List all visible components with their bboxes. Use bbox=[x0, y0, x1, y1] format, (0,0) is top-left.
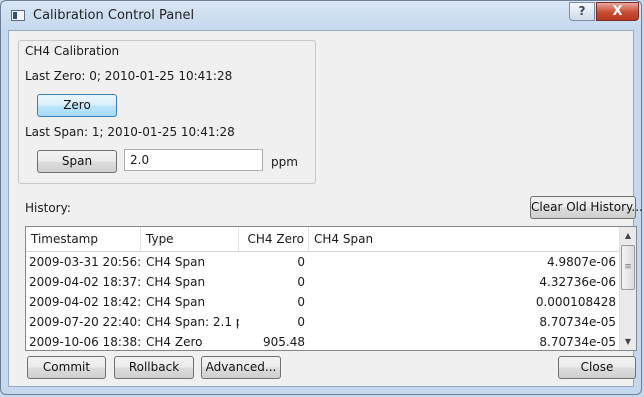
span-unit-label: ppm bbox=[271, 155, 298, 169]
cell-ch4-zero: 0 bbox=[297, 295, 305, 309]
span-value-input[interactable]: 2.0 bbox=[124, 149, 263, 171]
table-row[interactable]: 2009-04-02 18:37:45 CH4 Span 0 4.32736e-… bbox=[26, 272, 620, 292]
column-header-type[interactable]: Type bbox=[141, 227, 239, 251]
cell-ch4-zero: 0 bbox=[297, 255, 305, 269]
cell-type: CH4 Span bbox=[146, 275, 206, 289]
cell-ch4-span: 8.70734e-05 bbox=[539, 335, 616, 349]
history-label: History: bbox=[25, 201, 71, 215]
help-button[interactable]: ? bbox=[569, 2, 595, 21]
cell-type: CH4 Zero bbox=[146, 335, 203, 349]
cell-ch4-span: 0.000108428 bbox=[535, 295, 616, 309]
table-row[interactable]: 2009-03-31 20:56:31 CH4 Span 0 4.9807e-0… bbox=[26, 252, 620, 272]
scroll-down-arrow-icon[interactable]: ▼ bbox=[620, 333, 636, 350]
table-row[interactable]: 2009-04-02 18:42:19 CH4 Span 0 0.0001084… bbox=[26, 292, 620, 312]
cell-timestamp: 2009-10-06 18:38:43 bbox=[29, 335, 141, 349]
cell-timestamp: 2009-03-31 20:56:31 bbox=[29, 255, 141, 269]
close-window-button[interactable]: X bbox=[596, 2, 639, 21]
clear-old-history-button[interactable]: Clear Old History... bbox=[530, 196, 643, 219]
scroll-up-arrow-icon[interactable]: ▲ bbox=[620, 227, 636, 244]
scroll-thumb[interactable]: ≡ bbox=[621, 245, 635, 290]
cell-ch4-span: 4.32736e-06 bbox=[539, 275, 616, 289]
zero-button[interactable]: Zero bbox=[37, 94, 117, 117]
table-row[interactable]: 2009-10-06 18:38:43 CH4 Zero 905.48 8.70… bbox=[26, 332, 620, 350]
cell-type: CH4 Span bbox=[146, 295, 206, 309]
history-scrollbar[interactable]: ▲ ≡ ▼ bbox=[619, 227, 636, 350]
cell-ch4-span: 8.70734e-05 bbox=[539, 315, 616, 329]
last-zero-label: Last Zero: 0; 2010-01-25 10:41:28 bbox=[25, 69, 233, 83]
title-bar[interactable]: Calibration Control Panel ? X bbox=[1, 1, 641, 31]
cell-type: CH4 Span: 2.1 p... bbox=[146, 315, 239, 329]
cell-ch4-span: 4.9807e-06 bbox=[547, 255, 616, 269]
cell-ch4-zero: 0 bbox=[297, 315, 305, 329]
last-span-label: Last Span: 1; 2010-01-25 10:41:28 bbox=[25, 125, 235, 139]
cell-type: CH4 Span bbox=[146, 255, 206, 269]
advanced-button[interactable]: Advanced... bbox=[201, 356, 281, 379]
cell-timestamp: 2009-07-20 22:40:38 bbox=[29, 315, 141, 329]
column-header-ch4-span[interactable]: CH4 Span bbox=[309, 227, 620, 251]
window-icon bbox=[11, 10, 25, 21]
table-row[interactable]: 2009-07-20 22:40:38 CH4 Span: 2.1 p... 0… bbox=[26, 312, 620, 332]
history-table[interactable]: Timestamp Type CH4 Zero CH4 Span 2009-03… bbox=[25, 226, 637, 351]
column-header-timestamp[interactable]: Timestamp bbox=[26, 227, 141, 251]
cell-ch4-zero: 905.48 bbox=[263, 335, 305, 349]
group-title: CH4 Calibration bbox=[25, 44, 120, 58]
cell-timestamp: 2009-04-02 18:42:19 bbox=[29, 295, 141, 309]
history-table-header: Timestamp Type CH4 Zero CH4 Span bbox=[26, 227, 620, 252]
cell-timestamp: 2009-04-02 18:37:45 bbox=[29, 275, 141, 289]
rollback-button[interactable]: Rollback bbox=[114, 356, 194, 379]
window-title: Calibration Control Panel bbox=[33, 8, 195, 23]
commit-button[interactable]: Commit bbox=[27, 356, 106, 379]
close-button[interactable]: Close bbox=[558, 356, 636, 379]
cell-ch4-zero: 0 bbox=[297, 275, 305, 289]
span-button[interactable]: Span bbox=[37, 150, 117, 173]
column-header-ch4-zero[interactable]: CH4 Zero bbox=[239, 227, 309, 251]
